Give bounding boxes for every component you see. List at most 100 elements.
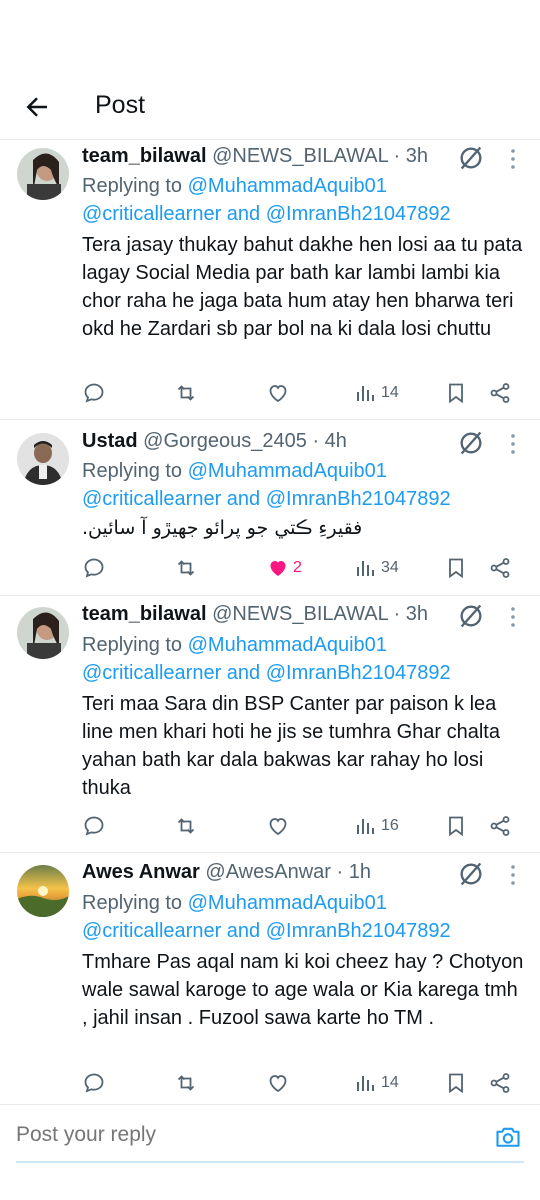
repost-icon	[177, 385, 195, 401]
mention-link[interactable]: @criticallearner	[82, 488, 221, 510]
bookmark-button[interactable]	[444, 553, 468, 583]
mention-link[interactable]: @ImranBh21047892	[266, 488, 451, 510]
share-icon	[490, 558, 510, 578]
author-name[interactable]: Awes Anwar	[82, 861, 200, 883]
analytics-icon	[357, 819, 374, 834]
avatar[interactable]	[17, 148, 69, 200]
grok-icon[interactable]	[457, 602, 485, 630]
reply-button[interactable]	[82, 1068, 106, 1098]
avatar[interactable]	[17, 433, 69, 485]
avatar[interactable]	[17, 865, 69, 917]
more-options-icon[interactable]	[505, 147, 521, 171]
reply-button[interactable]	[82, 378, 106, 408]
mention-link[interactable]: @ImranBh21047892	[266, 920, 451, 942]
replying-to-cont: @criticallearner and @ImranBh21047892	[82, 203, 451, 225]
back-arrow-icon[interactable]	[22, 92, 52, 122]
mention-link[interactable]: @MuhammadAquib01	[188, 634, 387, 656]
tweet-reply[interactable]: team_bilawal @NEWS_BILAWAL · 3h Replying…	[0, 596, 540, 852]
camera-icon[interactable]	[494, 1123, 522, 1151]
mention-link[interactable]: @criticallearner	[82, 203, 221, 225]
like-button[interactable]	[266, 378, 293, 408]
author-name[interactable]: team_bilawal	[82, 145, 207, 167]
replying-to: Replying to @MuhammadAquib01	[82, 892, 387, 914]
author-line: team_bilawal @NEWS_BILAWAL · 3h	[82, 603, 428, 626]
tweet-text: Teri maa Sara din BSP Canter par paison …	[82, 693, 500, 799]
like-button[interactable]	[266, 811, 293, 841]
repost-button[interactable]	[174, 1068, 198, 1098]
author-name[interactable]: Ustad	[82, 430, 138, 452]
reply-icon	[84, 1073, 104, 1093]
author-line: Ustad @Gorgeous_2405 · 4h	[82, 430, 347, 453]
action-bar: 14	[0, 378, 540, 408]
avatar[interactable]	[17, 607, 69, 659]
mention-link[interactable]: @ImranBh21047892	[266, 662, 451, 684]
replying-to: Replying to @MuhammadAquib01	[82, 460, 387, 482]
view-count: 34	[381, 559, 399, 576]
like-button[interactable]	[266, 1068, 293, 1098]
views-button[interactable]: 34	[354, 553, 399, 583]
heart-icon	[269, 385, 287, 403]
tweet-reply[interactable]: team_bilawal @NEWS_BILAWAL · 3h Replying…	[0, 140, 540, 420]
repost-button[interactable]	[174, 811, 198, 841]
replying-to-cont: @criticallearner and @ImranBh21047892	[82, 920, 451, 942]
author-name[interactable]: team_bilawal	[82, 603, 207, 625]
author-handle-time: @Gorgeous_2405 · 4h	[143, 430, 347, 452]
share-button[interactable]	[488, 378, 512, 408]
grok-icon[interactable]	[457, 860, 485, 888]
tweet-text: Tera jasay thukay bahut dakhe hen losi a…	[82, 234, 523, 340]
repost-button[interactable]	[174, 553, 198, 583]
views-button[interactable]: 14	[354, 1068, 399, 1098]
mention-link[interactable]: @MuhammadAquib01	[188, 175, 387, 197]
mention-link[interactable]: @MuhammadAquib01	[188, 892, 387, 914]
reply-button[interactable]	[82, 553, 106, 583]
mention-link[interactable]: @criticallearner	[82, 662, 221, 684]
repost-icon	[177, 560, 195, 576]
tweet-reply[interactable]: Ustad @Gorgeous_2405 · 4h Replying to @M…	[0, 420, 540, 595]
tweet-text: فقيرءِ ڪتي جو پرائو جهيڙو آ سائين.	[82, 517, 363, 539]
author-line: Awes Anwar @AwesAnwar · 1h	[82, 861, 371, 884]
tweet-reply[interactable]: Awes Anwar @AwesAnwar · 1h Replying to @…	[0, 853, 540, 1103]
replying-to: Replying to @MuhammadAquib01	[82, 175, 387, 197]
repost-button[interactable]	[174, 378, 198, 408]
tweet-text: Tmhare Pas aqal nam ki koi cheez hay ? C…	[82, 951, 524, 1029]
heart-filled-icon	[270, 561, 286, 576]
bookmark-button[interactable]	[444, 378, 468, 408]
mention-link[interactable]: @ImranBh21047892	[266, 203, 451, 225]
share-icon	[490, 383, 510, 403]
action-bar: 16	[0, 811, 540, 841]
heart-icon	[269, 818, 287, 836]
share-button[interactable]	[488, 811, 512, 841]
replying-to-cont: @criticallearner and @ImranBh21047892	[82, 488, 451, 510]
view-count: 16	[381, 817, 399, 834]
reply-icon	[84, 558, 104, 578]
action-bar: 2 34	[0, 553, 540, 583]
bookmark-button[interactable]	[444, 811, 468, 841]
bookmark-icon	[449, 1073, 463, 1094]
replying-to: Replying to @MuhammadAquib01	[82, 634, 387, 656]
bookmark-button[interactable]	[444, 1068, 468, 1098]
views-button[interactable]: 14	[354, 378, 399, 408]
share-button[interactable]	[488, 1068, 512, 1098]
like-count: 2	[293, 559, 302, 576]
grok-icon[interactable]	[457, 144, 485, 172]
mention-link[interactable]: @MuhammadAquib01	[188, 460, 387, 482]
views-button[interactable]: 16	[354, 811, 399, 841]
top-bar: Post	[0, 76, 540, 138]
author-handle-time: @NEWS_BILAWAL · 3h	[212, 145, 428, 167]
share-button[interactable]	[488, 553, 512, 583]
reply-button[interactable]	[82, 811, 106, 841]
view-count: 14	[381, 384, 399, 401]
share-icon	[490, 1073, 510, 1093]
more-options-icon[interactable]	[505, 863, 521, 887]
reply-icon	[84, 383, 104, 403]
reply-input[interactable]	[16, 1123, 466, 1147]
reply-underline	[16, 1161, 524, 1163]
bookmark-icon	[449, 558, 463, 579]
share-icon	[490, 816, 510, 836]
like-button[interactable]: 2	[266, 553, 302, 583]
more-options-icon[interactable]	[505, 605, 521, 629]
more-options-icon[interactable]	[505, 432, 521, 456]
reply-composer	[0, 1104, 540, 1170]
grok-icon[interactable]	[457, 429, 485, 457]
mention-link[interactable]: @criticallearner	[82, 920, 221, 942]
